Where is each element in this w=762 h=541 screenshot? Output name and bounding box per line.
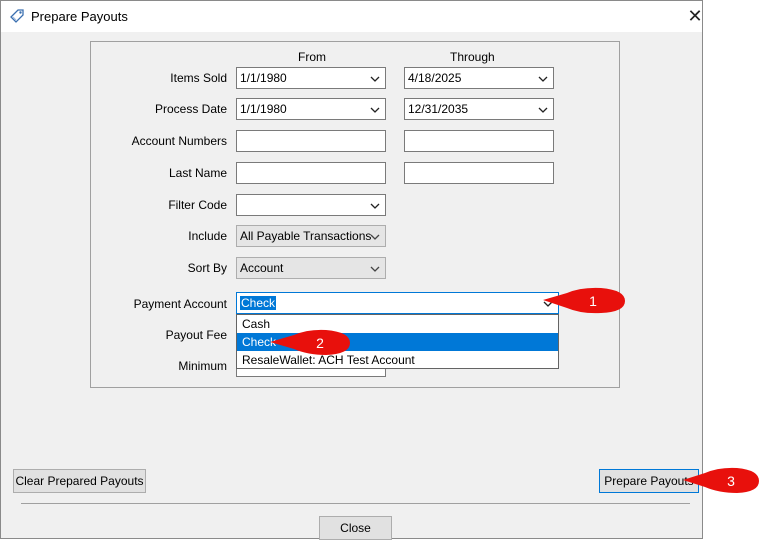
through-column-header: Through	[450, 50, 495, 64]
window-title: Prepare Payouts	[31, 9, 128, 24]
account-numbers-through-field[interactable]	[404, 130, 554, 152]
title-bar: Prepare Payouts ✕	[1, 1, 705, 32]
last-name-label: Last Name	[168, 166, 227, 180]
minimum-label: Minimum	[178, 359, 227, 373]
last-name-through-field[interactable]	[404, 162, 554, 184]
footer-divider	[21, 503, 690, 504]
include-select[interactable]: All Payable Transactions	[236, 225, 386, 247]
chevron-down-icon	[370, 203, 380, 209]
process-date-label: Process Date	[154, 102, 227, 116]
include-label: Include	[188, 229, 227, 243]
sort-by-select[interactable]: Account	[236, 257, 386, 279]
chevron-down-icon	[538, 107, 548, 113]
clear-prepared-payouts-button[interactable]: Clear Prepared Payouts	[13, 469, 146, 493]
callout-3-label: 3	[727, 473, 735, 489]
close-icon[interactable]: ✕	[685, 5, 705, 27]
items-sold-from-select[interactable]: 1/1/1980	[236, 67, 386, 89]
chevron-down-icon	[538, 76, 548, 82]
chevron-down-icon	[370, 234, 380, 240]
callout-1-label: 1	[589, 293, 597, 309]
sort-by-label: Sort By	[187, 261, 227, 275]
filter-code-label: Filter Code	[168, 198, 227, 212]
account-numbers-from-field[interactable]	[236, 130, 386, 152]
callout-3: 3	[683, 467, 759, 493]
chevron-down-icon	[370, 76, 380, 82]
payment-account-select[interactable]: Check	[236, 292, 559, 314]
chevron-down-icon	[370, 266, 380, 272]
close-button[interactable]: Close	[319, 516, 392, 540]
items-sold-label: Items Sold	[170, 71, 227, 85]
callout-2-label: 2	[316, 335, 324, 351]
filter-code-select[interactable]	[236, 194, 386, 216]
payout-fee-label: Payout Fee	[165, 328, 227, 342]
callout-1: 1	[543, 287, 625, 314]
tag-icon	[10, 9, 24, 23]
last-name-from-field[interactable]	[236, 162, 386, 184]
process-date-through-select[interactable]: 12/31/2035	[404, 98, 554, 120]
from-column-header: From	[298, 50, 326, 64]
callout-2: 2	[270, 329, 350, 355]
process-date-from-select[interactable]: 1/1/1980	[236, 98, 386, 120]
chevron-down-icon	[370, 107, 380, 113]
account-numbers-label: Account Numbers	[131, 134, 227, 148]
items-sold-through-select[interactable]: 4/18/2025	[404, 67, 554, 89]
prepare-payouts-window: Prepare Payouts ✕ From Through Items Sol…	[0, 0, 705, 540]
payment-account-label: Payment Account	[133, 297, 227, 311]
